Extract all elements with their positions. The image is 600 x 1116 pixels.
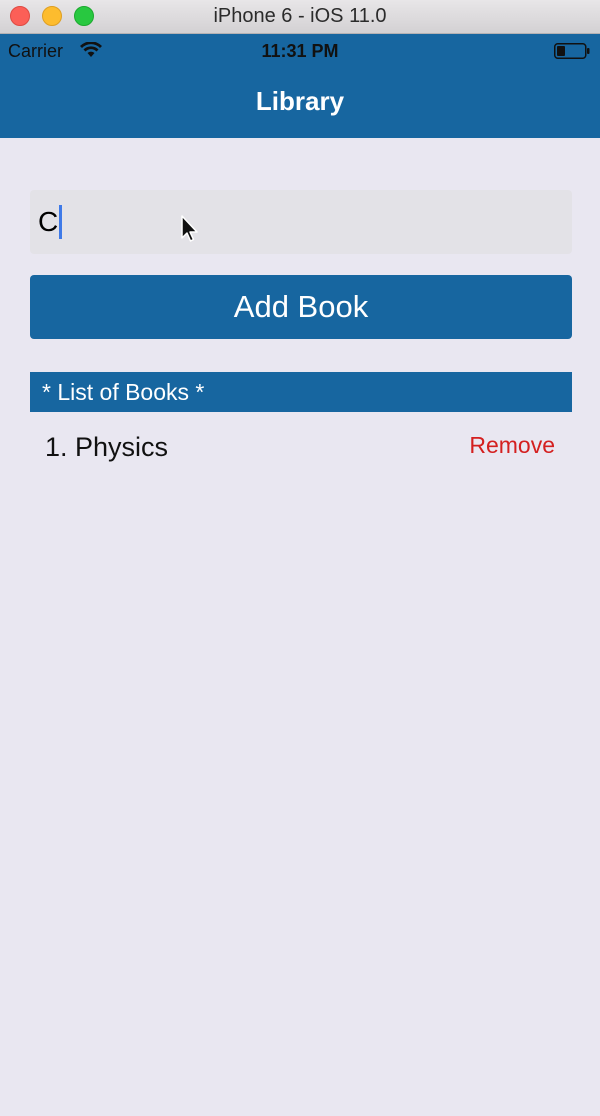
- remove-book-button[interactable]: Remove: [469, 432, 555, 459]
- app-header: Carrier 11:31 PM Library: [0, 34, 600, 138]
- book-title-input-value: C: [38, 206, 59, 237]
- text-caret: [59, 205, 63, 239]
- book-list-item: 1. Physics Remove: [30, 420, 572, 474]
- simulator-title-bar: iPhone 6 - iOS 11.0: [0, 0, 600, 34]
- mouse-pointer-icon: [181, 215, 198, 242]
- page-title: Library: [255, 86, 345, 116]
- book-list-header: * List of Books *: [30, 372, 572, 412]
- add-book-button[interactable]: Add Book: [30, 275, 572, 339]
- book-title-input[interactable]: C: [30, 190, 572, 254]
- battery-icon: [554, 43, 590, 59]
- book-list-item-label: 1. Physics: [45, 432, 169, 462]
- status-time: 11:31 PM: [261, 41, 339, 61]
- window-title: iPhone 6 - iOS 11.0: [213, 5, 387, 27]
